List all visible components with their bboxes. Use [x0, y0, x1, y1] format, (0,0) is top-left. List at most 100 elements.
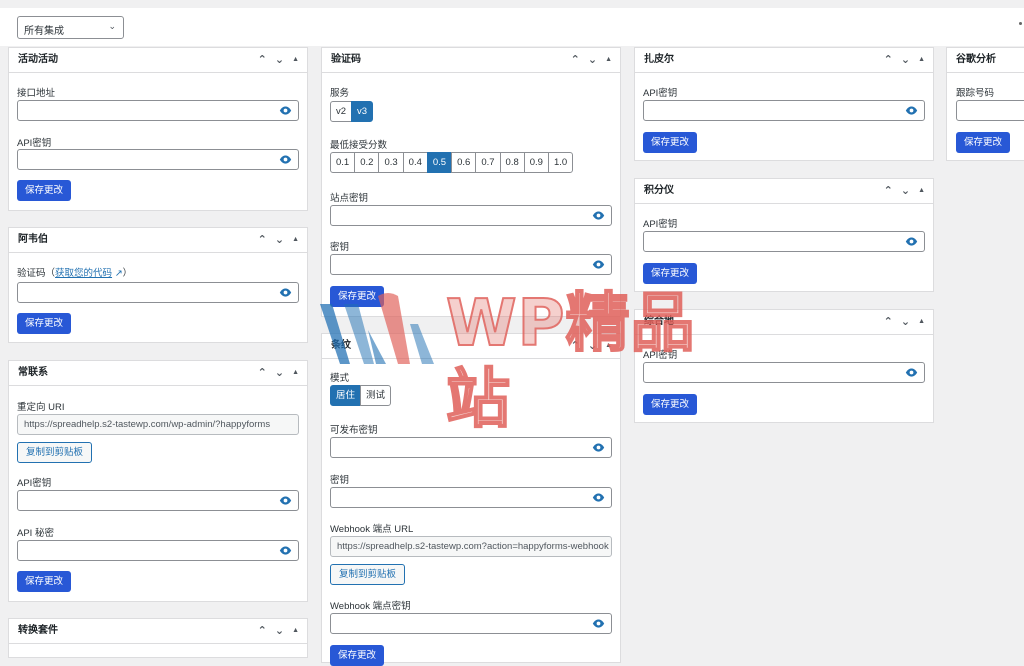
- api-key-input[interactable]: [17, 149, 299, 170]
- collapse-toggle-icon[interactable]: ▲: [292, 48, 299, 72]
- api-key-input[interactable]: [643, 231, 925, 252]
- save-button[interactable]: 保存更改: [643, 263, 698, 284]
- redirect-uri-field[interactable]: https://spreadhelp.s2-tastewp.com/wp-adm…: [17, 414, 299, 435]
- score-option[interactable]: 1.0: [547, 152, 574, 173]
- collapse-toggle-icon[interactable]: ▲: [292, 228, 299, 252]
- collapse-toggle-icon[interactable]: ▲: [292, 361, 299, 385]
- endpoint-input[interactable]: [17, 100, 299, 121]
- get-code-link[interactable]: 获取您的代码: [55, 268, 112, 279]
- panel-title: 积分仪: [644, 185, 674, 196]
- move-up-icon[interactable]: ⌃: [258, 619, 267, 643]
- collapse-toggle-icon[interactable]: ▲: [605, 334, 612, 358]
- save-button[interactable]: 保存更改: [17, 313, 72, 334]
- score-option[interactable]: 0.4: [402, 152, 428, 173]
- eye-icon[interactable]: [279, 286, 292, 299]
- code-input[interactable]: [17, 282, 299, 303]
- score-option[interactable]: 0.6: [451, 152, 477, 173]
- api-key-input[interactable]: [643, 100, 925, 121]
- webhook-url-label: Webhook 端点 URL: [330, 524, 414, 535]
- collapse-toggle-icon[interactable]: ▲: [292, 619, 299, 643]
- save-button[interactable]: 保存更改: [330, 645, 385, 666]
- collapse-toggle-icon[interactable]: ▲: [918, 48, 925, 72]
- service-label: 服务: [330, 88, 350, 99]
- move-down-icon[interactable]: ⌄: [901, 310, 910, 334]
- panel-title: 常联系: [18, 367, 48, 378]
- eye-icon[interactable]: [592, 441, 605, 454]
- external-link-icon[interactable]: ↗: [115, 268, 123, 279]
- save-button[interactable]: 保存更改: [17, 180, 72, 201]
- move-up-icon[interactable]: ⌃: [884, 48, 893, 72]
- eye-icon[interactable]: [592, 617, 605, 630]
- save-button[interactable]: 保存更改: [956, 132, 1011, 153]
- mode-option-test[interactable]: 测试: [360, 385, 392, 406]
- move-down-icon[interactable]: ⌄: [901, 48, 910, 72]
- panel-constantcontact: 常联系 ⌃ ⌄ ▲ 重定向 URI https://spreadhelp.s2-…: [8, 360, 308, 602]
- panel-header: 谷歌分析: [947, 48, 1024, 73]
- save-button[interactable]: 保存更改: [643, 394, 698, 415]
- tracking-id-input[interactable]: [956, 100, 1024, 121]
- panel-title: 活动活动: [18, 54, 58, 65]
- move-down-icon[interactable]: ⌄: [275, 361, 284, 385]
- panel-header: 积分仪 ⌃ ⌄ ▲: [635, 179, 933, 204]
- score-option[interactable]: 0.7: [475, 152, 501, 173]
- collapse-toggle-icon[interactable]: ▲: [605, 48, 612, 72]
- api-key-input[interactable]: [17, 490, 299, 511]
- collapse-toggle-icon[interactable]: ▲: [918, 179, 925, 203]
- move-down-icon[interactable]: ⌄: [275, 48, 284, 72]
- secret-key-input[interactable]: [330, 254, 612, 275]
- eye-icon[interactable]: [592, 258, 605, 271]
- secret-key-input[interactable]: [330, 487, 612, 508]
- move-up-icon[interactable]: ⌃: [884, 179, 893, 203]
- score-option[interactable]: 0.1: [330, 152, 356, 173]
- eye-icon[interactable]: [905, 366, 918, 379]
- move-down-icon[interactable]: ⌄: [588, 48, 597, 72]
- move-up-icon[interactable]: ⌃: [884, 310, 893, 334]
- score-option[interactable]: 0.9: [523, 152, 549, 173]
- move-up-icon[interactable]: ⌃: [571, 48, 580, 72]
- webhook-secret-input[interactable]: [330, 613, 612, 634]
- tracking-id-label: 跟踪号码: [956, 88, 995, 99]
- save-button[interactable]: 保存更改: [643, 132, 698, 153]
- move-up-icon[interactable]: ⌃: [571, 334, 580, 358]
- filter-bar: [0, 8, 1024, 46]
- eye-icon[interactable]: [592, 209, 605, 222]
- move-up-icon[interactable]: ⌃: [258, 361, 267, 385]
- score-option[interactable]: 0.3: [378, 152, 404, 173]
- mode-option-live[interactable]: 居住: [330, 385, 362, 406]
- eye-icon[interactable]: [279, 494, 292, 507]
- collapse-toggle-icon[interactable]: ▲: [918, 310, 925, 334]
- eye-icon[interactable]: [279, 104, 292, 117]
- eye-icon[interactable]: [905, 104, 918, 117]
- move-down-icon[interactable]: ⌄: [901, 179, 910, 203]
- move-down-icon[interactable]: ⌄: [275, 619, 284, 643]
- panel-google-analytics: 谷歌分析 跟踪号码 保存更改: [946, 47, 1024, 161]
- panel-title: 阿韦伯: [18, 234, 48, 245]
- copy-to-clipboard-button[interactable]: 复制到剪贴板: [17, 442, 93, 463]
- eye-icon[interactable]: [279, 544, 292, 557]
- api-secret-input[interactable]: [17, 540, 299, 561]
- service-option-v2[interactable]: v2: [330, 101, 353, 122]
- service-option-v3[interactable]: v3: [351, 101, 374, 122]
- eye-icon[interactable]: [592, 491, 605, 504]
- panel-header: 综合地 ⌃ ⌄ ▲: [635, 310, 933, 335]
- eye-icon[interactable]: [279, 153, 292, 166]
- webhook-url-field[interactable]: https://spreadhelp.s2-tastewp.com?action…: [330, 536, 612, 557]
- move-up-icon[interactable]: ⌃: [258, 48, 267, 72]
- save-button[interactable]: 保存更改: [17, 571, 72, 592]
- score-option[interactable]: 0.8: [499, 152, 525, 173]
- api-key-input[interactable]: [643, 362, 925, 383]
- publishable-key-input[interactable]: [330, 437, 612, 458]
- copy-to-clipboard-button[interactable]: 复制到剪贴板: [330, 564, 406, 585]
- more-icon[interactable]: [1019, 22, 1022, 25]
- move-up-icon[interactable]: ⌃: [258, 228, 267, 252]
- eye-icon[interactable]: [905, 235, 918, 248]
- panel-header: 验证码 ⌃ ⌄ ▲: [322, 48, 620, 73]
- move-down-icon[interactable]: ⌄: [275, 228, 284, 252]
- score-option-selected[interactable]: 0.5: [426, 152, 453, 173]
- save-button[interactable]: 保存更改: [330, 286, 385, 307]
- move-down-icon[interactable]: ⌄: [588, 334, 597, 358]
- integration-filter-select[interactable]: 所有集成 ⌄: [17, 16, 124, 39]
- site-key-input[interactable]: [330, 205, 612, 226]
- score-option[interactable]: 0.2: [354, 152, 380, 173]
- panel-stripe: 条纹 ⌃ ⌄ ▲ 模式 居住 测试 可发布密钥 密钥 Webhook 端点 UR…: [321, 333, 621, 666]
